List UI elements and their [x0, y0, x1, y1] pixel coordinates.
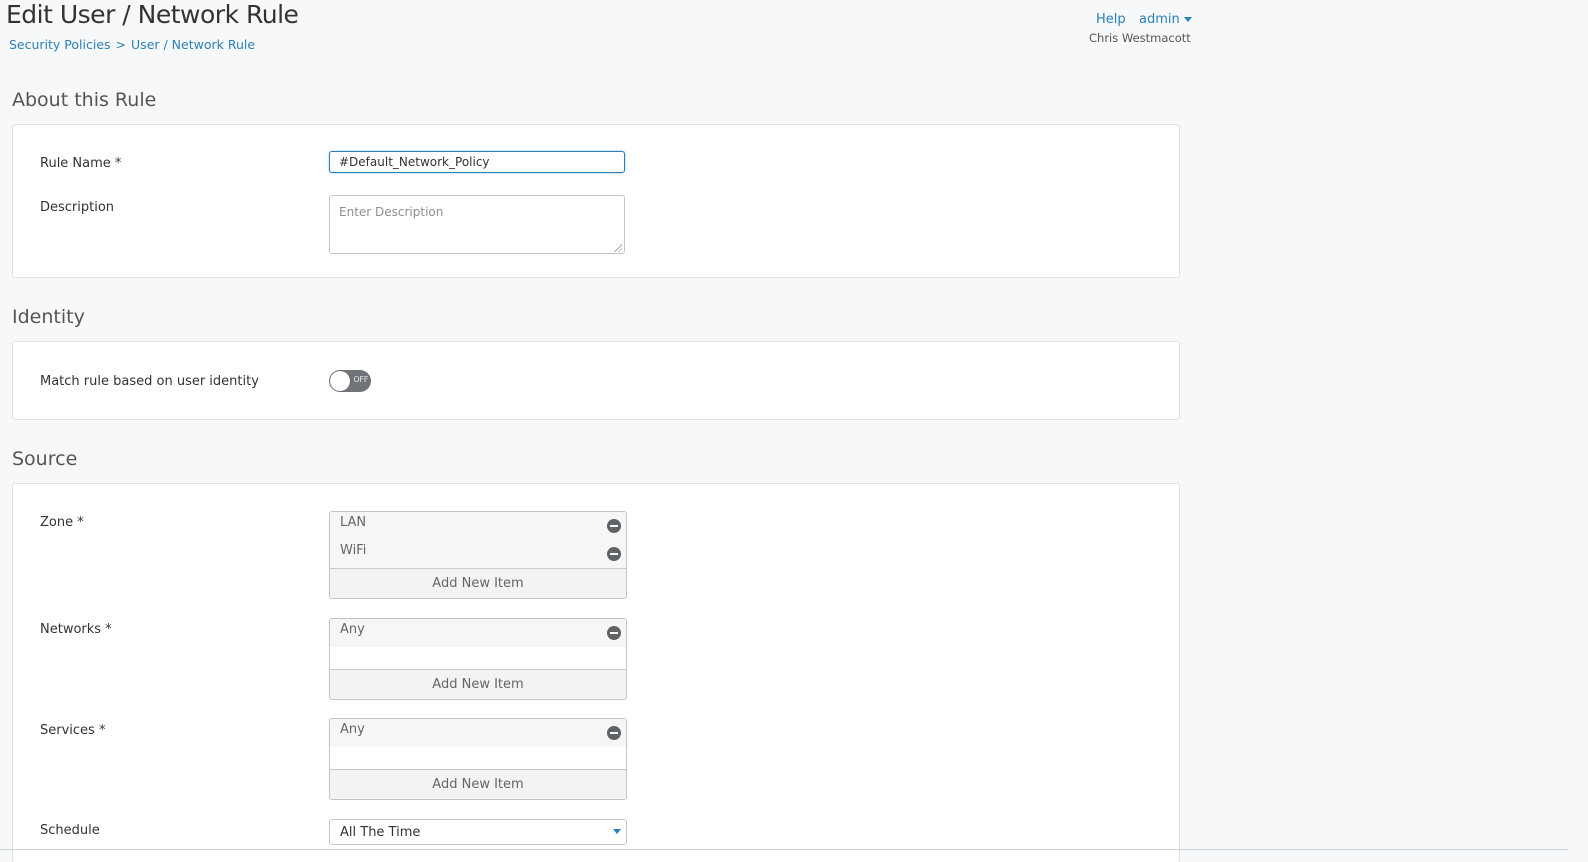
service-item-label: Any [340, 722, 365, 737]
section-title-about: About this Rule [12, 89, 157, 111]
list-spacer [330, 747, 626, 769]
rule-name-input[interactable] [329, 151, 625, 173]
bottom-divider [0, 849, 1568, 850]
services-add-new-item-button[interactable]: Add New Item [330, 769, 626, 799]
section-title-source: Source [12, 448, 78, 470]
breadcrumb: Security Policies > User / Network Rule [9, 37, 255, 52]
zone-list: LAN WiFi Add New Item [329, 511, 627, 599]
schedule-selected-value: All The Time [340, 825, 421, 840]
remove-icon[interactable] [607, 726, 621, 740]
list-item: WiFi [330, 540, 626, 568]
zone-item-label: LAN [340, 515, 367, 530]
services-list: Any Add New Item [329, 718, 627, 800]
chevron-down-icon [613, 829, 621, 834]
networks-list: Any Add New Item [329, 618, 627, 700]
match-identity-toggle[interactable]: OFF [329, 370, 371, 392]
chevron-down-icon [1183, 17, 1192, 22]
remove-icon[interactable] [607, 519, 621, 533]
list-spacer [330, 647, 626, 669]
match-identity-label: Match rule based on user identity [40, 374, 259, 389]
list-item: Any [330, 719, 626, 747]
network-item-label: Any [340, 622, 365, 637]
list-item: Any [330, 619, 626, 647]
description-textarea[interactable] [329, 195, 625, 254]
breadcrumb-security-policies[interactable]: Security Policies [9, 37, 111, 52]
schedule-select[interactable]: All The Time [329, 819, 627, 845]
user-display-name: Chris Westmacott [1089, 31, 1191, 45]
schedule-label: Schedule [40, 823, 100, 838]
toggle-knob [330, 371, 350, 391]
breadcrumb-separator: > [115, 37, 127, 52]
toggle-state-text: OFF [353, 375, 368, 384]
section-title-identity: Identity [12, 306, 85, 328]
zone-add-new-item-button[interactable]: Add New Item [330, 568, 626, 598]
resize-grip-icon[interactable] [613, 243, 622, 252]
networks-add-new-item-button[interactable]: Add New Item [330, 669, 626, 699]
admin-label: admin [1139, 12, 1180, 27]
rule-name-label: Rule Name * [40, 156, 122, 171]
admin-menu[interactable]: admin [1139, 12, 1192, 27]
remove-icon[interactable] [607, 626, 621, 640]
description-label: Description [40, 200, 115, 215]
zone-item-label: WiFi [340, 543, 367, 558]
breadcrumb-current[interactable]: User / Network Rule [131, 37, 255, 52]
services-label: Services * [40, 723, 106, 738]
zone-label: Zone * [40, 515, 84, 530]
networks-label: Networks * [40, 622, 112, 637]
help-link[interactable]: Help [1096, 12, 1126, 27]
list-item: LAN [330, 512, 626, 540]
remove-icon[interactable] [607, 547, 621, 561]
page-title: Edit User / Network Rule [6, 0, 299, 29]
